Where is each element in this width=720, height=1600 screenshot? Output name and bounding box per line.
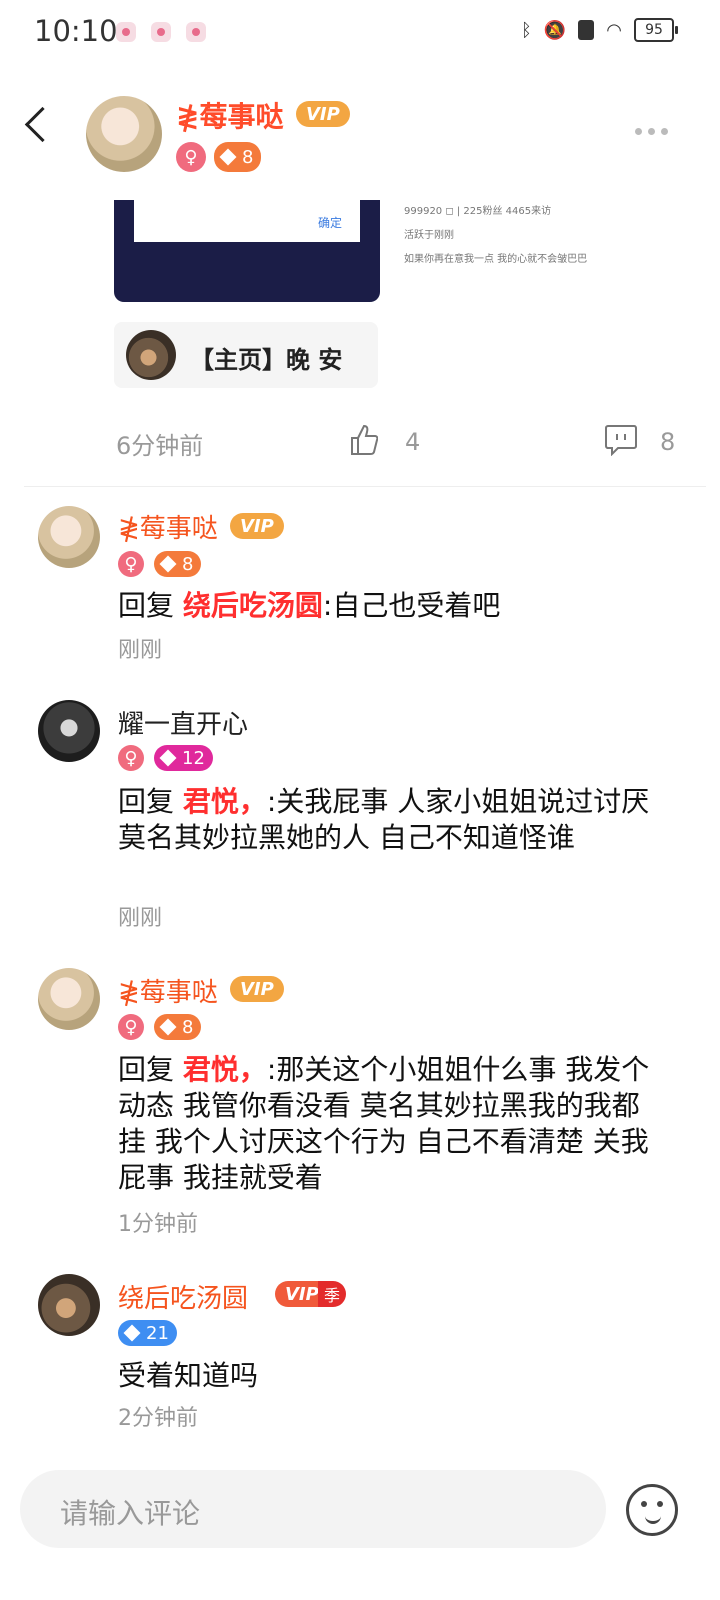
female-icon: ♀ bbox=[118, 1014, 144, 1040]
comment-text[interactable]: 回复 君悦，:那关这个小姐姐什么事 我发个动态 我管你看没看 莫名其妙拉黑我的我… bbox=[118, 1052, 658, 1196]
diamond-icon bbox=[159, 555, 177, 573]
comment-author[interactable]: ≹莓事哒 bbox=[118, 508, 218, 545]
comment-time: 刚刚 bbox=[118, 906, 163, 931]
alert-icon bbox=[578, 20, 595, 40]
post-meta-line3: 如果你再在意我一点 我的心就不会皱巴巴 bbox=[404, 254, 588, 265]
female-icon: ♀ bbox=[118, 745, 144, 771]
comment-time: 刚刚 bbox=[118, 638, 163, 663]
diamond-icon bbox=[159, 749, 177, 767]
comment-body: :自己也受着吧 bbox=[322, 589, 501, 622]
female-icon: ♀ bbox=[176, 142, 206, 172]
status-icons: ᛒ 🔕 ◠ 95 bbox=[521, 18, 678, 42]
status-time: 10:10 bbox=[34, 14, 118, 48]
level-value: 8 bbox=[242, 146, 254, 168]
emoji-icon[interactable] bbox=[626, 1484, 678, 1536]
avatar[interactable] bbox=[38, 700, 100, 762]
more-dots-icon[interactable] bbox=[635, 128, 668, 135]
comment-input-placeholder[interactable]: 请输入评论 bbox=[60, 1492, 200, 1532]
notification-icon bbox=[116, 22, 136, 42]
thumbs-up-icon[interactable] bbox=[350, 424, 378, 456]
wifi-icon: ◠ bbox=[606, 19, 622, 41]
level-badge: 8 bbox=[214, 142, 262, 172]
comment-text[interactable]: 回复 绕后吃汤圆:自己也受着吧 bbox=[118, 588, 678, 624]
level-value: 8 bbox=[182, 553, 194, 575]
level-badge: 12 bbox=[154, 745, 213, 771]
comment-bubble-icon[interactable] bbox=[604, 424, 638, 456]
back-arrow-icon[interactable] bbox=[24, 106, 61, 143]
level-badge: 21 bbox=[118, 1320, 177, 1346]
reply-prefix: 回复 bbox=[118, 785, 183, 818]
mute-bell-icon: 🔕 bbox=[543, 19, 567, 41]
post-meta-line2: 活跃于刚刚 bbox=[404, 230, 454, 241]
comment-count: 8 bbox=[660, 428, 676, 456]
avatar[interactable] bbox=[86, 96, 162, 172]
diamond-icon bbox=[159, 1018, 177, 1036]
comment-text[interactable]: 回复 君悦，:关我屁事 人家小姐姐说过讨厌莫名其妙拉黑她的人 自己不知道怪谁 bbox=[118, 784, 670, 856]
battery-icon: 95 bbox=[634, 18, 678, 42]
avatar[interactable] bbox=[38, 1274, 100, 1336]
diamond-icon bbox=[219, 148, 237, 166]
link-card-title: 【主页】晚 安 bbox=[190, 346, 343, 374]
post-image-confirm: 确定 bbox=[318, 216, 343, 230]
reply-prefix: 回复 bbox=[118, 589, 183, 622]
level-badge: 8 bbox=[154, 1014, 202, 1040]
avatar[interactable] bbox=[38, 968, 100, 1030]
post-time: 6分钟前 bbox=[116, 432, 204, 460]
level-value: 8 bbox=[182, 1016, 194, 1038]
reply-target[interactable]: 君悦， bbox=[183, 1053, 267, 1086]
bluetooth-icon: ᛒ bbox=[521, 19, 532, 41]
diamond-icon bbox=[123, 1324, 141, 1342]
divider bbox=[24, 486, 706, 487]
level-badge: 8 bbox=[154, 551, 202, 577]
level-value: 12 bbox=[182, 747, 205, 769]
notification-icon bbox=[186, 22, 206, 42]
comment-author[interactable]: 耀一直开心 bbox=[118, 704, 248, 741]
notification-icon bbox=[151, 22, 171, 42]
link-card-avatar bbox=[126, 330, 176, 380]
reply-target[interactable]: 绕后吃汤圆 bbox=[183, 589, 323, 622]
season-badge: 季 bbox=[318, 1281, 347, 1307]
reply-prefix: 回复 bbox=[118, 1053, 183, 1086]
comment-author[interactable]: 绕后吃汤圆 bbox=[118, 1278, 248, 1315]
vip-badge: VIP bbox=[230, 976, 284, 1002]
comment-time: 1分钟前 bbox=[118, 1212, 198, 1237]
vip-badge: VIP bbox=[296, 101, 350, 127]
reply-target[interactable]: 君悦， bbox=[183, 785, 267, 818]
header-user-name[interactable]: ≹莓事哒 bbox=[176, 95, 283, 135]
comment-text[interactable]: 受着知道吗 bbox=[118, 1358, 678, 1394]
like-count: 4 bbox=[405, 428, 421, 456]
level-value: 21 bbox=[146, 1322, 169, 1344]
comment-time: 2分钟前 bbox=[118, 1406, 198, 1431]
avatar[interactable] bbox=[38, 506, 100, 568]
female-icon: ♀ bbox=[118, 551, 144, 577]
comment-author[interactable]: ≹莓事哒 bbox=[118, 972, 218, 1009]
vip-badge: VIP bbox=[230, 513, 284, 539]
post-meta-line1: 999920 ◻ | 225粉丝 4465来访 bbox=[404, 206, 552, 217]
